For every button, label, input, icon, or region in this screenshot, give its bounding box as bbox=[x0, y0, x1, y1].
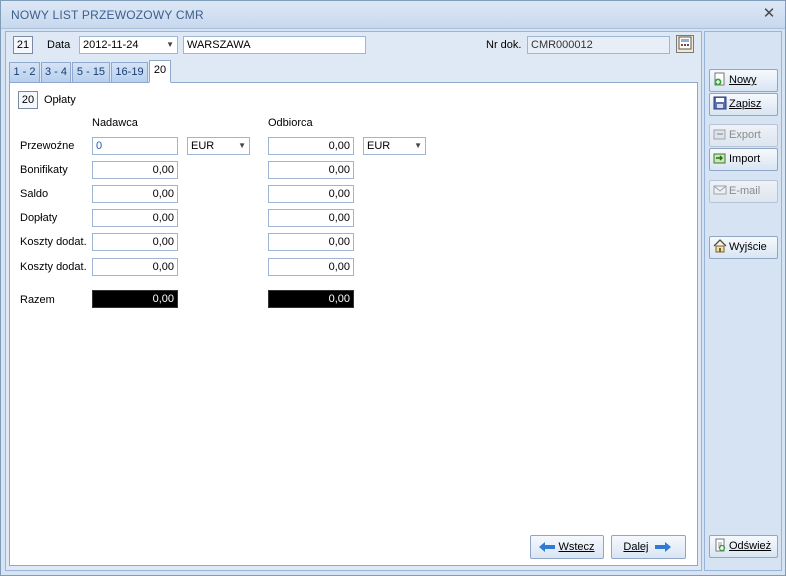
import-icon bbox=[713, 153, 726, 164]
tab-16-19[interactable]: 16-19 bbox=[111, 62, 148, 82]
row-label-saldo: Saldo bbox=[20, 188, 49, 200]
sender-doplaty-field[interactable]: 0,00 bbox=[92, 209, 178, 227]
export-icon bbox=[713, 129, 726, 140]
place-field[interactable]: WARSZAWA bbox=[183, 36, 366, 54]
sender-header: Nadawca bbox=[92, 117, 138, 129]
envelope-icon bbox=[713, 185, 727, 195]
receiver-total-field: 0,00 bbox=[268, 290, 354, 308]
row-label-przewozne: Przewoźne bbox=[20, 140, 75, 152]
tab-1-2[interactable]: 1 - 2 bbox=[9, 62, 40, 82]
save-label: Zapisz bbox=[729, 98, 762, 110]
chevron-down-icon[interactable]: ▼ bbox=[238, 138, 246, 154]
receiver-koszty-1-field[interactable]: 0,00 bbox=[268, 233, 354, 251]
receiver-header: Odbiorca bbox=[268, 117, 313, 129]
calculator-glyph bbox=[678, 36, 692, 50]
row-label-koszty-dodat-1: Koszty dodat. bbox=[20, 236, 87, 248]
export-button[interactable]: Export bbox=[709, 124, 778, 147]
refresh-button[interactable]: Odśwież bbox=[709, 535, 778, 558]
row-label-doplaty: Dopłaty bbox=[20, 212, 58, 224]
tab-content-20: 20 Opłaty Nadawca Odbiorca Przewoźne 0 E… bbox=[9, 82, 698, 566]
receiver-currency-value: EUR bbox=[367, 140, 391, 152]
refresh-document-icon bbox=[715, 538, 726, 552]
plus-circle-icon bbox=[714, 72, 725, 86]
sender-koszty-2-field[interactable]: 0,00 bbox=[92, 258, 178, 276]
receiver-saldo-field[interactable]: 0,00 bbox=[268, 185, 354, 203]
exit-label: Wyjście bbox=[729, 241, 767, 253]
main-panel: 21 Data 2012-11-24 ▼ WARSZAWA Nr dok. CM… bbox=[5, 31, 702, 571]
arrow-right-icon bbox=[654, 542, 671, 553]
row-label-bonifikaty: Bonifikaty bbox=[20, 164, 68, 176]
doc-number-field: CMR000012 bbox=[527, 36, 670, 54]
receiver-doplaty-field[interactable]: 0,00 bbox=[268, 209, 354, 227]
email-label: E-mail bbox=[729, 185, 761, 197]
next-button[interactable]: Dalej bbox=[611, 535, 686, 559]
row-label-koszty-dodat-2: Koszty dodat. bbox=[20, 261, 87, 273]
side-panel: Nowy Zapisz Export Import E-mail Wyjście… bbox=[704, 31, 782, 571]
import-button[interactable]: Import bbox=[709, 148, 778, 171]
chevron-down-icon[interactable]: ▼ bbox=[414, 138, 422, 154]
sender-currency-select[interactable]: EUR ▼ bbox=[187, 137, 250, 155]
email-button[interactable]: E-mail bbox=[709, 180, 778, 203]
sender-total-field: 0,00 bbox=[92, 290, 178, 308]
sender-przewozne-field[interactable]: 0 bbox=[92, 137, 178, 155]
receiver-koszty-2-field[interactable]: 0,00 bbox=[268, 258, 354, 276]
total-label: Razem bbox=[20, 294, 55, 306]
date-label: Data bbox=[47, 39, 71, 51]
section-title: Opłaty bbox=[44, 94, 76, 106]
sender-koszty-1-field[interactable]: 0,00 bbox=[92, 233, 178, 251]
arrow-left-icon bbox=[539, 542, 556, 553]
new-button[interactable]: Nowy bbox=[709, 69, 778, 92]
next-label: Dalej bbox=[623, 541, 649, 553]
window-title: NOWY LIST PRZEWOZOWY CMR bbox=[11, 8, 204, 22]
calculator-icon[interactable] bbox=[676, 35, 694, 53]
export-label: Export bbox=[729, 129, 761, 141]
new-label: Nowy bbox=[729, 74, 757, 86]
import-label: Import bbox=[729, 153, 761, 165]
back-label: Wstecz bbox=[558, 541, 595, 553]
receiver-bonifikaty-field[interactable]: 0,00 bbox=[268, 161, 354, 179]
save-button[interactable]: Zapisz bbox=[709, 93, 778, 116]
section-title-strip bbox=[80, 91, 290, 107]
sender-currency-value: EUR bbox=[191, 140, 215, 152]
chevron-down-icon[interactable]: ▼ bbox=[166, 37, 174, 53]
title-bar: NOWY LIST PRZEWOZOWY CMR ✕ bbox=[1, 1, 785, 29]
floppy-disk-icon bbox=[713, 96, 727, 110]
tab-3-4[interactable]: 3 - 4 bbox=[41, 62, 71, 82]
tab-20[interactable]: 20 bbox=[149, 60, 171, 83]
header-section-number: 21 bbox=[13, 36, 33, 54]
date-field[interactable]: 2012-11-24 ▼ bbox=[79, 36, 178, 54]
close-icon[interactable]: ✕ bbox=[761, 6, 777, 22]
section-number: 20 bbox=[18, 91, 38, 109]
doc-number-label: Nr dok. bbox=[486, 39, 522, 51]
exit-button[interactable]: Wyjście bbox=[709, 236, 778, 259]
house-icon bbox=[713, 239, 727, 253]
receiver-currency-select[interactable]: EUR ▼ bbox=[363, 137, 426, 155]
receiver-przewozne-field[interactable]: 0,00 bbox=[268, 137, 354, 155]
back-button[interactable]: Wstecz bbox=[530, 535, 604, 559]
sender-bonifikaty-field[interactable]: 0,00 bbox=[92, 161, 178, 179]
tab-5-15[interactable]: 5 - 15 bbox=[72, 62, 110, 82]
refresh-label: Odśwież bbox=[729, 540, 772, 552]
cmr-window: NOWY LIST PRZEWOZOWY CMR ✕ 21 Data 2012-… bbox=[0, 0, 786, 576]
date-value: 2012-11-24 bbox=[83, 39, 139, 51]
sender-saldo-field[interactable]: 0,00 bbox=[92, 185, 178, 203]
